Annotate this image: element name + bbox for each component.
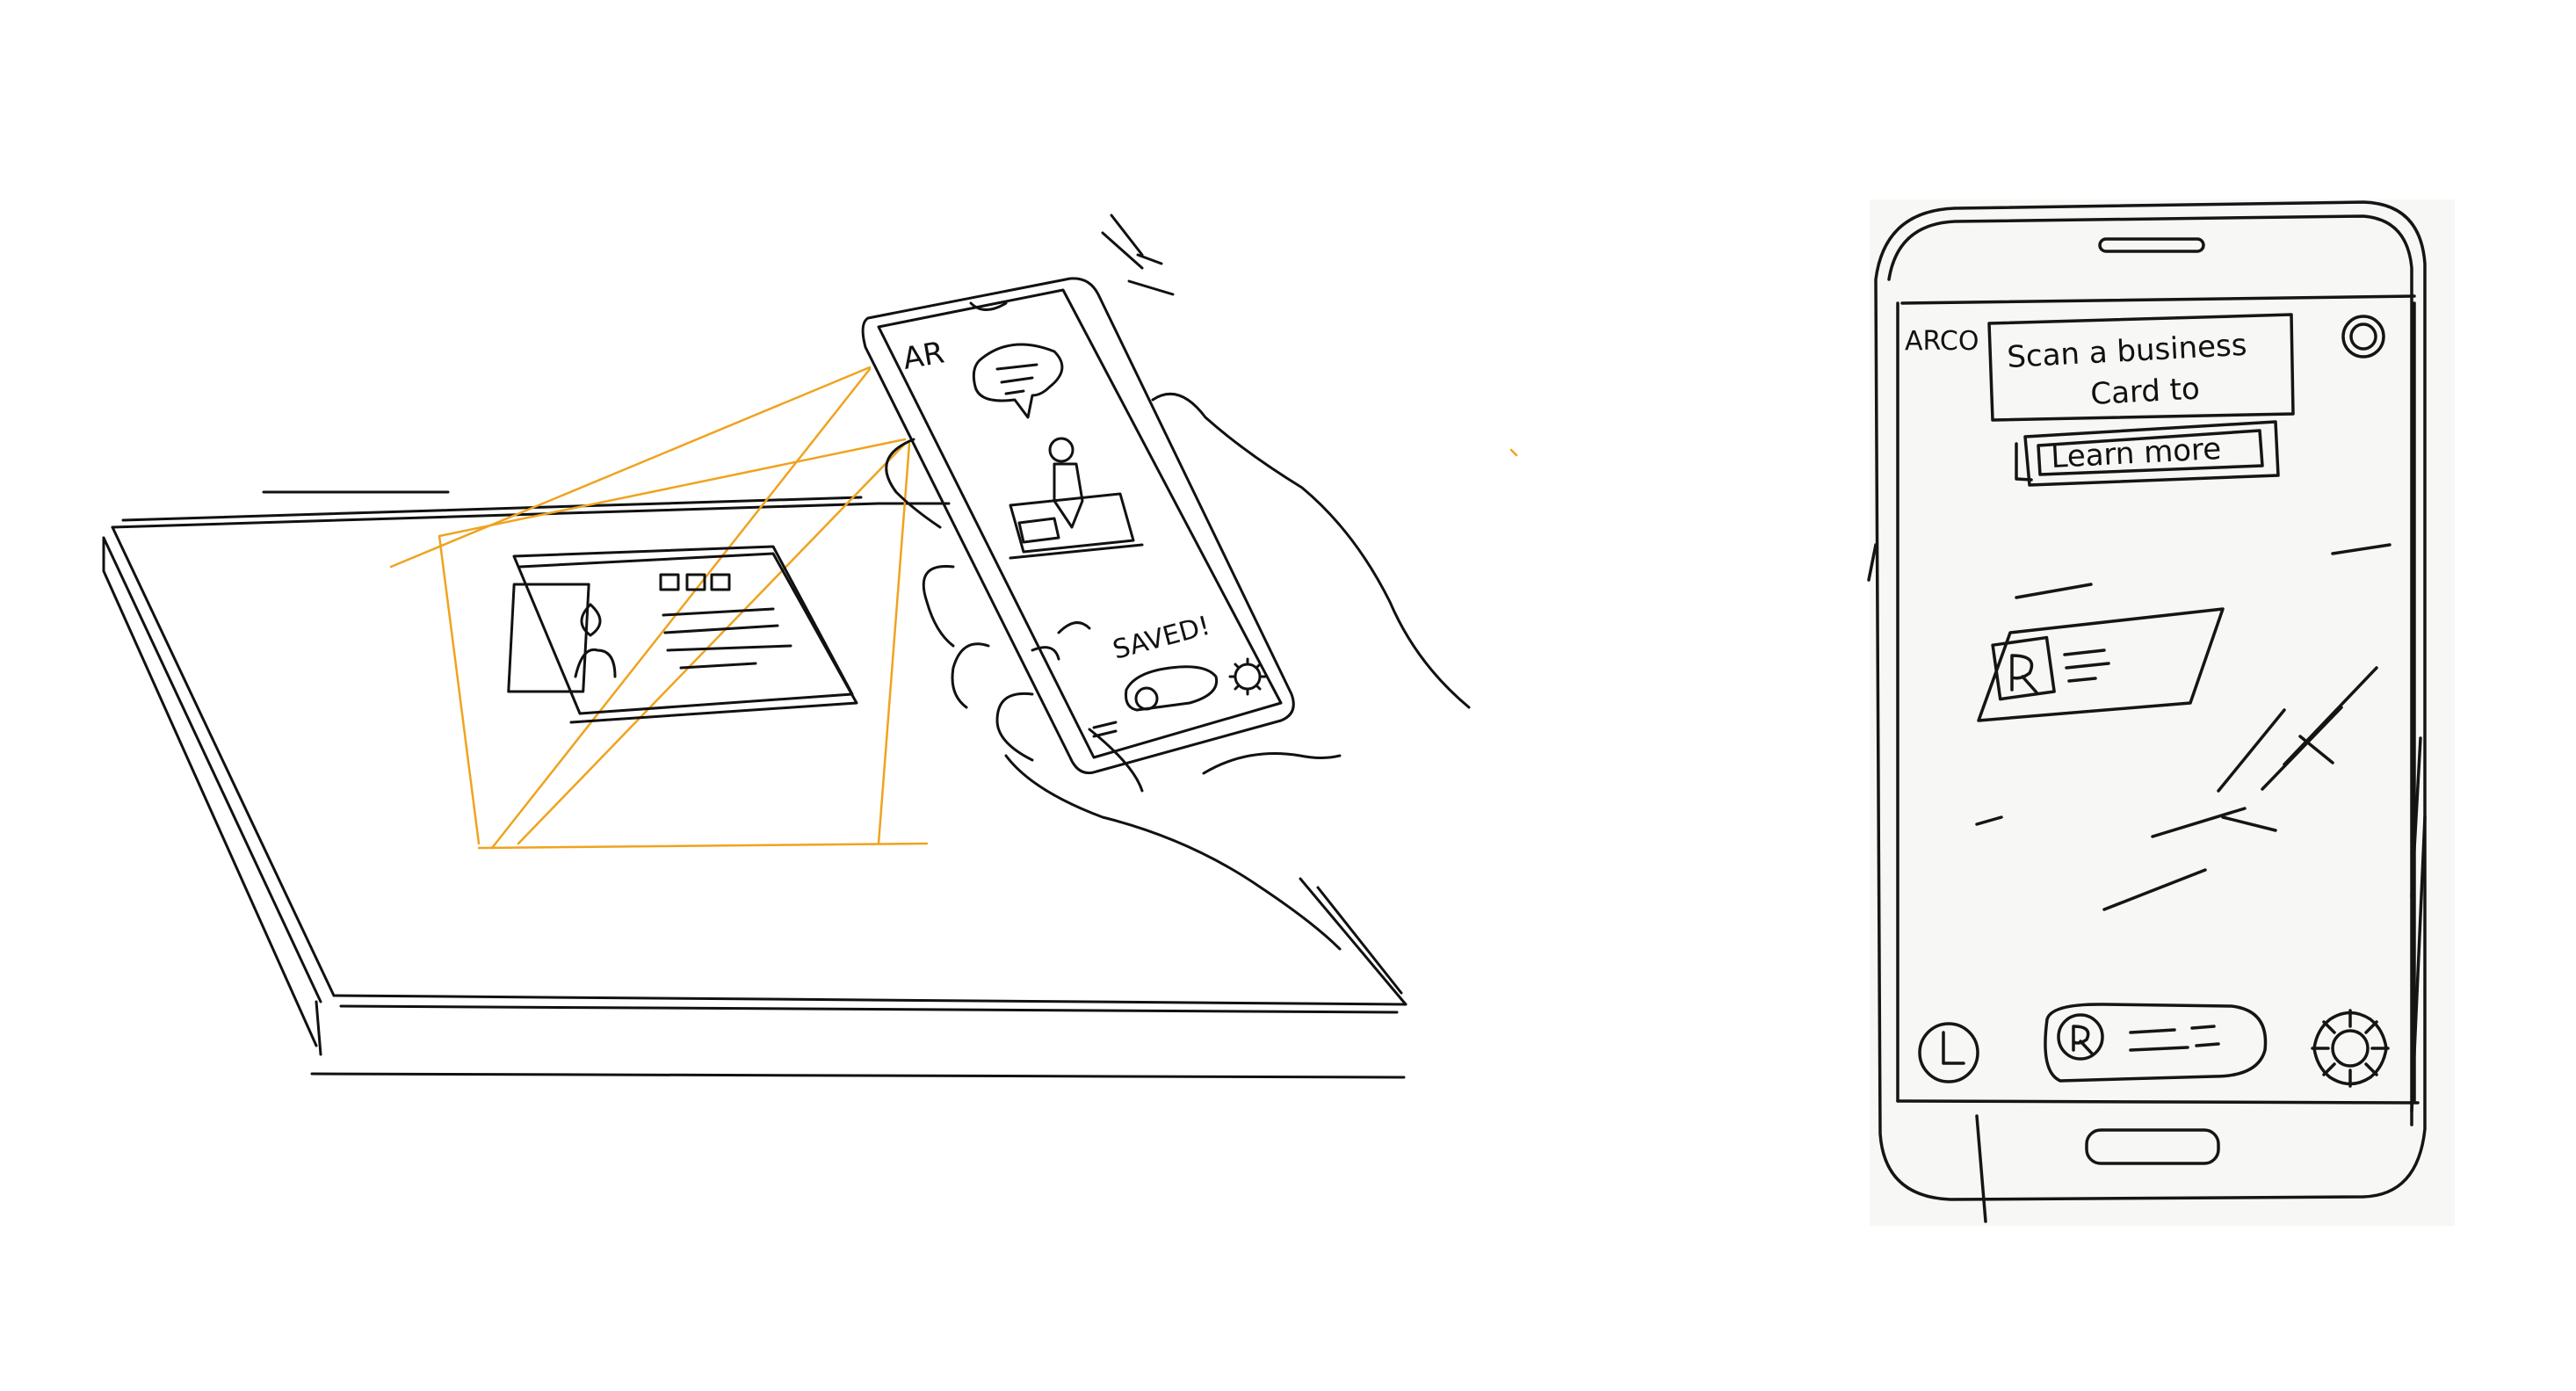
right-sketch: ARCO Scan a business Card to Learn more (1867, 200, 2427, 1223)
scan-projection-lines (389, 366, 1518, 850)
left-phone-drawing (861, 214, 1295, 775)
business-card-drawing (507, 545, 858, 724)
detected-card-drawing (1977, 607, 2225, 722)
saved-contact-chip[interactable] (2044, 1003, 2268, 1083)
contact-avatar-icon (2057, 1013, 2104, 1061)
history-icon[interactable] (1918, 1022, 1979, 1083)
table-drawing (102, 490, 1407, 1079)
scan-prompt-line-1: Scan a business (2006, 328, 2247, 375)
hand-drawing (885, 392, 1471, 951)
camera-view-scribbles (1975, 543, 2391, 911)
left-sketch: AR SAVED! (102, 214, 1518, 1079)
saved-label: SAVED! (1110, 611, 1213, 666)
settings-gear-icon[interactable] (2311, 1009, 2390, 1088)
ar-label: AR (901, 335, 947, 377)
scan-prompt-line-2: Card to (2089, 372, 2200, 412)
sketch-canvas: AR SAVED! ARCO Scan a business Card to L… (102, 200, 2427, 1223)
camera-switch-icon[interactable] (2341, 315, 2385, 359)
app-label: ARCO (1905, 326, 1979, 357)
